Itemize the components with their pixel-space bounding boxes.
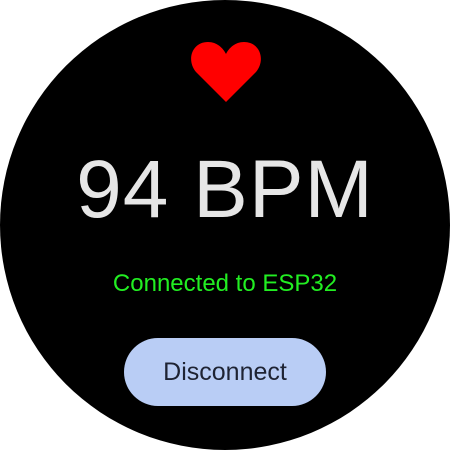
- watch-face: 94 BPM Connected to ESP32 Disconnect: [0, 0, 450, 450]
- heart-icon: [190, 40, 262, 104]
- connection-status: Connected to ESP32: [112, 270, 338, 297]
- heart-rate-reading: 94 BPM: [76, 144, 374, 235]
- disconnect-button[interactable]: Disconnect: [124, 338, 326, 406]
